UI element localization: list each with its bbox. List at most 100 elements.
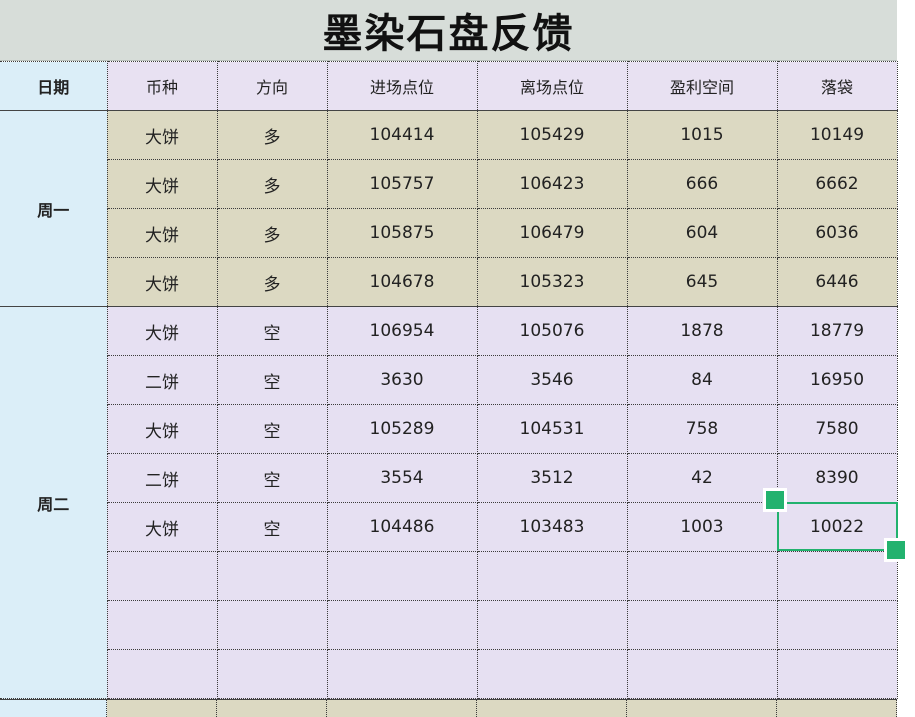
- empty-cell[interactable]: [106, 600, 218, 650]
- table-row: 大饼 多 104678 105323 645 6446: [0, 257, 898, 307]
- cell-entry[interactable]: 105289: [326, 404, 478, 454]
- cell-coin[interactable]: 大饼: [106, 257, 218, 307]
- cell-pocket[interactable]: 6446: [776, 257, 898, 307]
- empty-cell[interactable]: [776, 600, 898, 650]
- cell-exit[interactable]: 106479: [476, 208, 628, 258]
- cell-exit[interactable]: 3546: [476, 355, 628, 405]
- table-row-empty: [0, 600, 898, 650]
- cell-direction[interactable]: 空: [216, 502, 328, 552]
- cell-direction[interactable]: 多: [216, 208, 328, 258]
- cell-coin[interactable]: 大饼: [106, 502, 218, 552]
- cell-entry[interactable]: 106954: [326, 306, 478, 356]
- empty-cell[interactable]: [326, 600, 478, 650]
- header-profit[interactable]: 盈利空间: [626, 61, 778, 111]
- cell-direction[interactable]: 多: [216, 110, 328, 160]
- empty-cell[interactable]: [776, 649, 898, 699]
- cell-entry[interactable]: 104414: [326, 110, 478, 160]
- cell-coin[interactable]: 大饼: [106, 159, 218, 209]
- header-exit[interactable]: 离场点位: [476, 61, 628, 111]
- cell-coin[interactable]: 大饼: [106, 306, 218, 356]
- cell-exit[interactable]: 104531: [476, 404, 628, 454]
- cell-profit[interactable]: 1003: [626, 502, 778, 552]
- empty-cell[interactable]: [216, 600, 328, 650]
- selection-handle-bottom-right[interactable]: [884, 538, 908, 562]
- partial-cell: [777, 699, 897, 717]
- cell-profit[interactable]: 84: [626, 355, 778, 405]
- cell-direction[interactable]: 空: [216, 355, 328, 405]
- partial-cell: [217, 699, 327, 717]
- empty-cell[interactable]: [326, 551, 478, 601]
- cell-profit[interactable]: 604: [626, 208, 778, 258]
- cell-entry[interactable]: 105757: [326, 159, 478, 209]
- cell-exit[interactable]: 105429: [476, 110, 628, 160]
- empty-cell[interactable]: [216, 551, 328, 601]
- cell-direction[interactable]: 空: [216, 404, 328, 454]
- cell-exit[interactable]: 103483: [476, 502, 628, 552]
- header-row: 日期 币种 方向 进场点位 离场点位 盈利空间 落袋: [0, 61, 898, 111]
- data-table: 日期 币种 方向 进场点位 离场点位 盈利空间 落袋 周一 大饼 多 10441…: [0, 61, 898, 699]
- cell-entry[interactable]: 3630: [326, 355, 478, 405]
- cell-entry[interactable]: 3554: [326, 453, 478, 503]
- cell-pocket[interactable]: 18779: [776, 306, 898, 356]
- cell-coin[interactable]: 大饼: [106, 208, 218, 258]
- cell-coin[interactable]: 大饼: [106, 110, 218, 160]
- cell-coin[interactable]: 二饼: [106, 355, 218, 405]
- cell-pocket[interactable]: 6662: [776, 159, 898, 209]
- spreadsheet: 墨染石盘反馈 日期 币种 方向 进场点位 离场点位 盈利空间 落袋 周一 大饼 …: [0, 0, 915, 717]
- empty-cell[interactable]: [626, 551, 778, 601]
- cell-profit[interactable]: 1878: [626, 306, 778, 356]
- empty-cell[interactable]: [476, 600, 628, 650]
- empty-cell[interactable]: [776, 551, 898, 601]
- selection-handle-top-left[interactable]: [763, 488, 787, 512]
- next-day-row-partial: [0, 699, 897, 717]
- table-row: 二饼 空 3630 3546 84 16950: [0, 355, 898, 405]
- cell-direction[interactable]: 多: [216, 257, 328, 307]
- empty-cell[interactable]: [326, 649, 478, 699]
- cell-pocket[interactable]: 7580: [776, 404, 898, 454]
- cell-exit[interactable]: 3512: [476, 453, 628, 503]
- day-cell-monday[interactable]: 周一: [0, 110, 108, 307]
- cell-coin[interactable]: 二饼: [106, 453, 218, 503]
- header-date[interactable]: 日期: [0, 61, 108, 111]
- cell-exit[interactable]: 105076: [476, 306, 628, 356]
- cell-pocket[interactable]: 16950: [776, 355, 898, 405]
- cell-exit[interactable]: 105323: [476, 257, 628, 307]
- partial-date-cell: [0, 699, 107, 717]
- header-coin[interactable]: 币种: [106, 61, 218, 111]
- header-entry[interactable]: 进场点位: [326, 61, 478, 111]
- header-direction[interactable]: 方向: [216, 61, 328, 111]
- table-row-empty: [0, 649, 898, 699]
- cell-profit[interactable]: 645: [626, 257, 778, 307]
- cell-exit[interactable]: 106423: [476, 159, 628, 209]
- cell-entry[interactable]: 104486: [326, 502, 478, 552]
- cell-pocket[interactable]: 6036: [776, 208, 898, 258]
- table-row: 大饼 多 105757 106423 666 6662: [0, 159, 898, 209]
- table-row: 大饼 空 105289 104531 758 7580: [0, 404, 898, 454]
- empty-cell[interactable]: [106, 551, 218, 601]
- partial-cell: [327, 699, 477, 717]
- cell-profit[interactable]: 42: [626, 453, 778, 503]
- cell-profit[interactable]: 758: [626, 404, 778, 454]
- empty-cell[interactable]: [476, 551, 628, 601]
- cell-pocket[interactable]: 8390: [776, 453, 898, 503]
- day-cell-tuesday[interactable]: 周二: [0, 306, 108, 699]
- partial-cell: [627, 699, 777, 717]
- cell-profit[interactable]: 1015: [626, 110, 778, 160]
- empty-cell[interactable]: [476, 649, 628, 699]
- empty-cell[interactable]: [626, 600, 778, 650]
- header-pocket[interactable]: 落袋: [776, 61, 898, 111]
- empty-cell[interactable]: [626, 649, 778, 699]
- cell-direction[interactable]: 空: [216, 453, 328, 503]
- empty-cell[interactable]: [106, 649, 218, 699]
- cell-direction[interactable]: 空: [216, 306, 328, 356]
- table-row: 大饼 多 105875 106479 604 6036: [0, 208, 898, 258]
- cell-coin[interactable]: 大饼: [106, 404, 218, 454]
- cell-pocket[interactable]: 10149: [776, 110, 898, 160]
- cell-entry[interactable]: 104678: [326, 257, 478, 307]
- cell-profit[interactable]: 666: [626, 159, 778, 209]
- table-row: 周二 大饼 空 106954 105076 1878 18779: [0, 306, 898, 699]
- cell-pocket-selected[interactable]: 10022: [776, 502, 898, 552]
- cell-direction[interactable]: 多: [216, 159, 328, 209]
- cell-entry[interactable]: 105875: [326, 208, 478, 258]
- empty-cell[interactable]: [216, 649, 328, 699]
